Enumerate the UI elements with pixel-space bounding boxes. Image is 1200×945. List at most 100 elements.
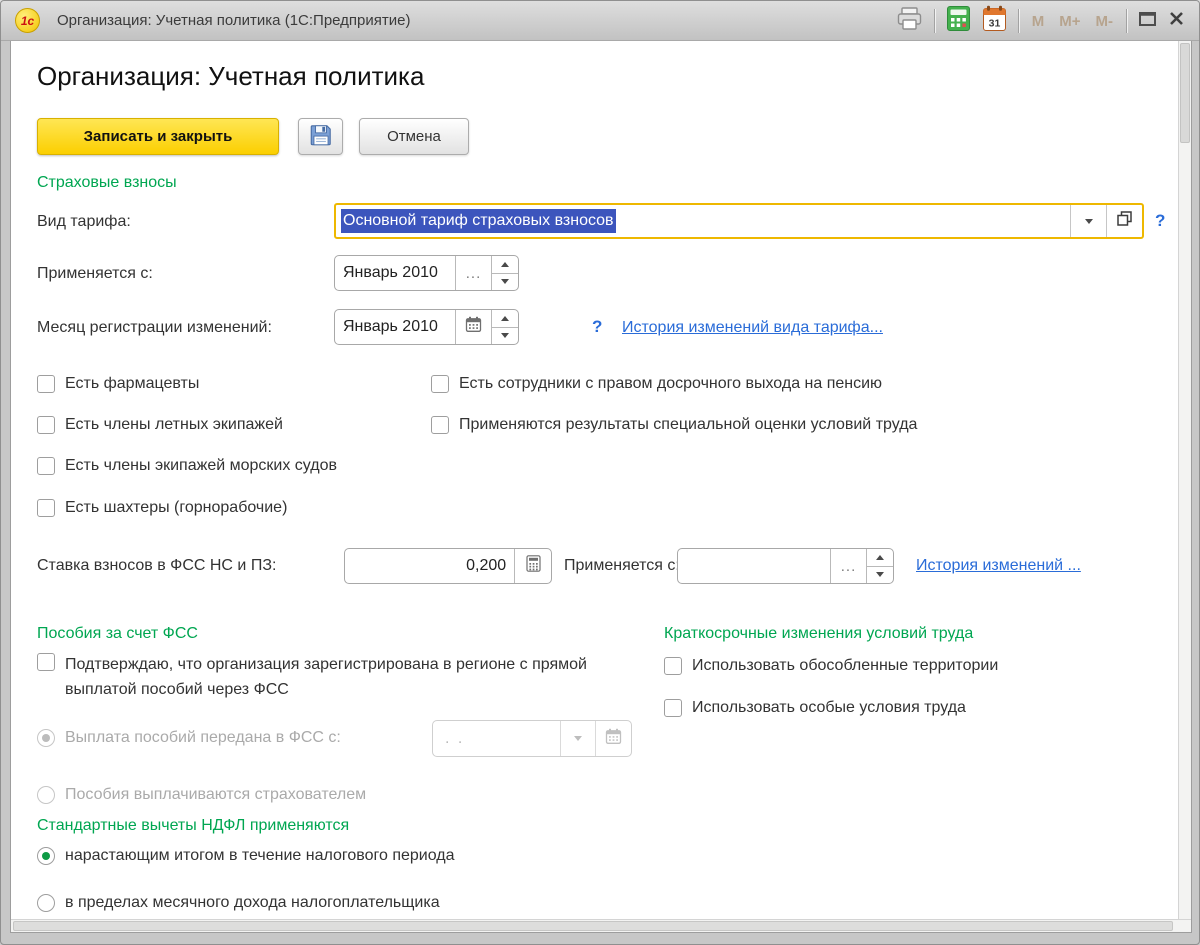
checkbox-label: Есть члены экипажей морских судов [65,456,337,476]
save-button[interactable] [298,118,343,155]
checkbox-box [37,416,55,434]
fss-rate-calculator-button[interactable] [514,549,551,583]
radio-circle [37,847,55,865]
checkbox-label: Есть шахтеры (горнорабочие) [65,498,287,518]
tariff-dropdown-button[interactable] [1070,205,1106,237]
calculator-small-icon [526,555,541,577]
fss-applied-spinner [866,549,893,583]
tariff-type-value[interactable]: Основной тариф страховых взносов [336,205,1070,237]
spin-up-icon [876,555,884,560]
radio-label: в пределах месячного дохода налогоплател… [65,894,440,912]
vertical-scrollbar-thumb[interactable] [1180,43,1190,143]
section-heading-short-term: Краткосрочные изменения условий труда [664,625,973,643]
applied-from-label: Применяется с: [37,265,153,283]
reg-month-calendar-button[interactable] [455,310,491,344]
checkbox-sea-crews[interactable]: Есть члены экипажей морских судов [37,457,337,476]
checkbox-label: Использовать обособленные территории [692,656,998,676]
checkbox-separate-territories[interactable]: Использовать обособленные территории [664,657,998,676]
applied-from-ellipsis-button[interactable]: ... [455,256,491,290]
spin-up-button[interactable] [492,310,518,327]
titlebar-actions: 31 M M+ M- [896,1,1185,41]
checkbox-direct-payment-region[interactable]: Подтверждаю, что организация зарегистрир… [37,653,632,702]
fss-rate-field: 0,200 [344,548,552,584]
checkbox-label: Использовать особые условия труда [692,698,966,718]
tariff-history-link[interactable]: История изменений вида тарифа... [622,319,883,337]
memory-recall-button[interactable]: M [1030,13,1047,30]
radio-ndfl-monthly[interactable]: в пределах месячного дохода налогоплател… [37,894,440,912]
checkbox-label: Есть члены летных экипажей [65,415,283,435]
fss-applied-field: ... [677,548,894,584]
horizontal-scrollbar-thumb[interactable] [13,921,1173,931]
cancel-button[interactable]: Отмена [359,118,469,155]
radio-benefits-transferred: Выплата пособий передана в ФСС с: [37,729,341,747]
titlebar-separator [1018,9,1019,33]
checkbox-box [37,499,55,517]
spin-down-button[interactable] [492,327,518,345]
memory-minus-button[interactable]: M- [1094,13,1116,30]
checkbox-flight-crews[interactable]: Есть члены летных экипажей [37,416,283,435]
fss-rate-input[interactable]: 0,200 [345,549,514,583]
printer-icon [896,6,923,37]
checkbox-label: Подтверждаю, что организация зарегистрир… [65,652,632,702]
help-icon-reg-month[interactable]: ? [592,317,602,337]
radio-circle [37,894,55,912]
form-content: Организация: Учетная политика Записать и… [10,41,1192,933]
spin-down-button[interactable] [492,273,518,291]
spin-up-button[interactable] [492,256,518,273]
checkbox-pharmacists[interactable]: Есть фармацевты [37,375,199,394]
fss-applied-input[interactable] [678,549,830,583]
calendar-button-titlebar[interactable]: 31 [982,5,1007,37]
fss-applied-ellipsis-button[interactable]: ... [830,549,866,583]
checkbox-box [37,653,55,671]
reg-month-input[interactable]: Январь 2010 [335,310,455,344]
titlebar-separator [934,9,935,33]
reg-month-field: Январь 2010 [334,309,519,345]
selected-text: Основной тариф страховых взносов [341,209,616,233]
calculator-button[interactable] [946,5,971,37]
calendar-icon: 31 [982,5,1007,37]
tariff-open-button[interactable] [1106,205,1142,237]
checkbox-special-assessment[interactable]: Применяются результаты специальной оценк… [431,416,917,435]
maximize-button[interactable] [1138,10,1157,32]
checkbox-miners[interactable]: Есть шахтеры (горнорабочие) [37,499,287,518]
benefits-date-input: . . [433,721,560,756]
horizontal-scrollbar[interactable] [11,919,1191,932]
open-form-icon [1116,210,1133,232]
spin-up-icon [501,316,509,321]
fss-history-link[interactable]: История изменений ... [916,557,1081,575]
app-window: 1с Организация: Учетная политика (1С:Пре… [0,0,1200,945]
applied-from-input[interactable]: Январь 2010 [335,256,455,290]
spin-up-button[interactable] [867,549,893,566]
memory-plus-button[interactable]: M+ [1057,13,1082,30]
radio-label: Выплата пособий передана в ФСС с: [65,729,341,747]
checkbox-box [37,457,55,475]
checkbox-label: Применяются результаты специальной оценк… [459,415,917,435]
svg-text:31: 31 [988,18,1000,30]
radio-circle [37,729,55,747]
section-heading-insurance: Страховые взносы [37,174,177,192]
tariff-type-field[interactable]: Основной тариф страховых взносов [334,203,1144,239]
reg-month-spinner [491,310,518,344]
spin-down-button[interactable] [867,566,893,584]
applied-from-spinner [491,256,518,290]
fss-rate-label: Ставка взносов в ФСС НС и ПЗ: [37,557,276,575]
checkbox-special-work-conditions[interactable]: Использовать особые условия труда [664,699,966,718]
print-button[interactable] [896,6,923,37]
checkbox-label: Есть сотрудники с правом досрочного выхо… [459,374,882,394]
spin-down-icon [876,572,884,577]
radio-ndfl-cumulative[interactable]: нарастающим итогом в течение налогового … [37,847,455,865]
checkbox-box [664,657,682,675]
help-icon-tariff[interactable]: ? [1155,211,1165,231]
vertical-scrollbar[interactable] [1178,41,1191,919]
checkbox-early-retirement[interactable]: Есть сотрудники с правом досрочного выхо… [431,375,882,394]
1c-logo-icon: 1с [15,8,40,33]
save-and-close-button[interactable]: Записать и закрыть [37,118,279,155]
radio-circle [37,786,55,804]
close-button[interactable] [1168,10,1185,32]
section-heading-ndfl: Стандартные вычеты НДФЛ применяются [37,817,349,835]
calculator-icon [946,5,971,37]
reg-month-label: Месяц регистрации изменений: [37,319,272,337]
checkbox-box [431,375,449,393]
floppy-disk-icon [308,122,334,152]
radio-label: нарастающим итогом в течение налогового … [65,847,455,865]
